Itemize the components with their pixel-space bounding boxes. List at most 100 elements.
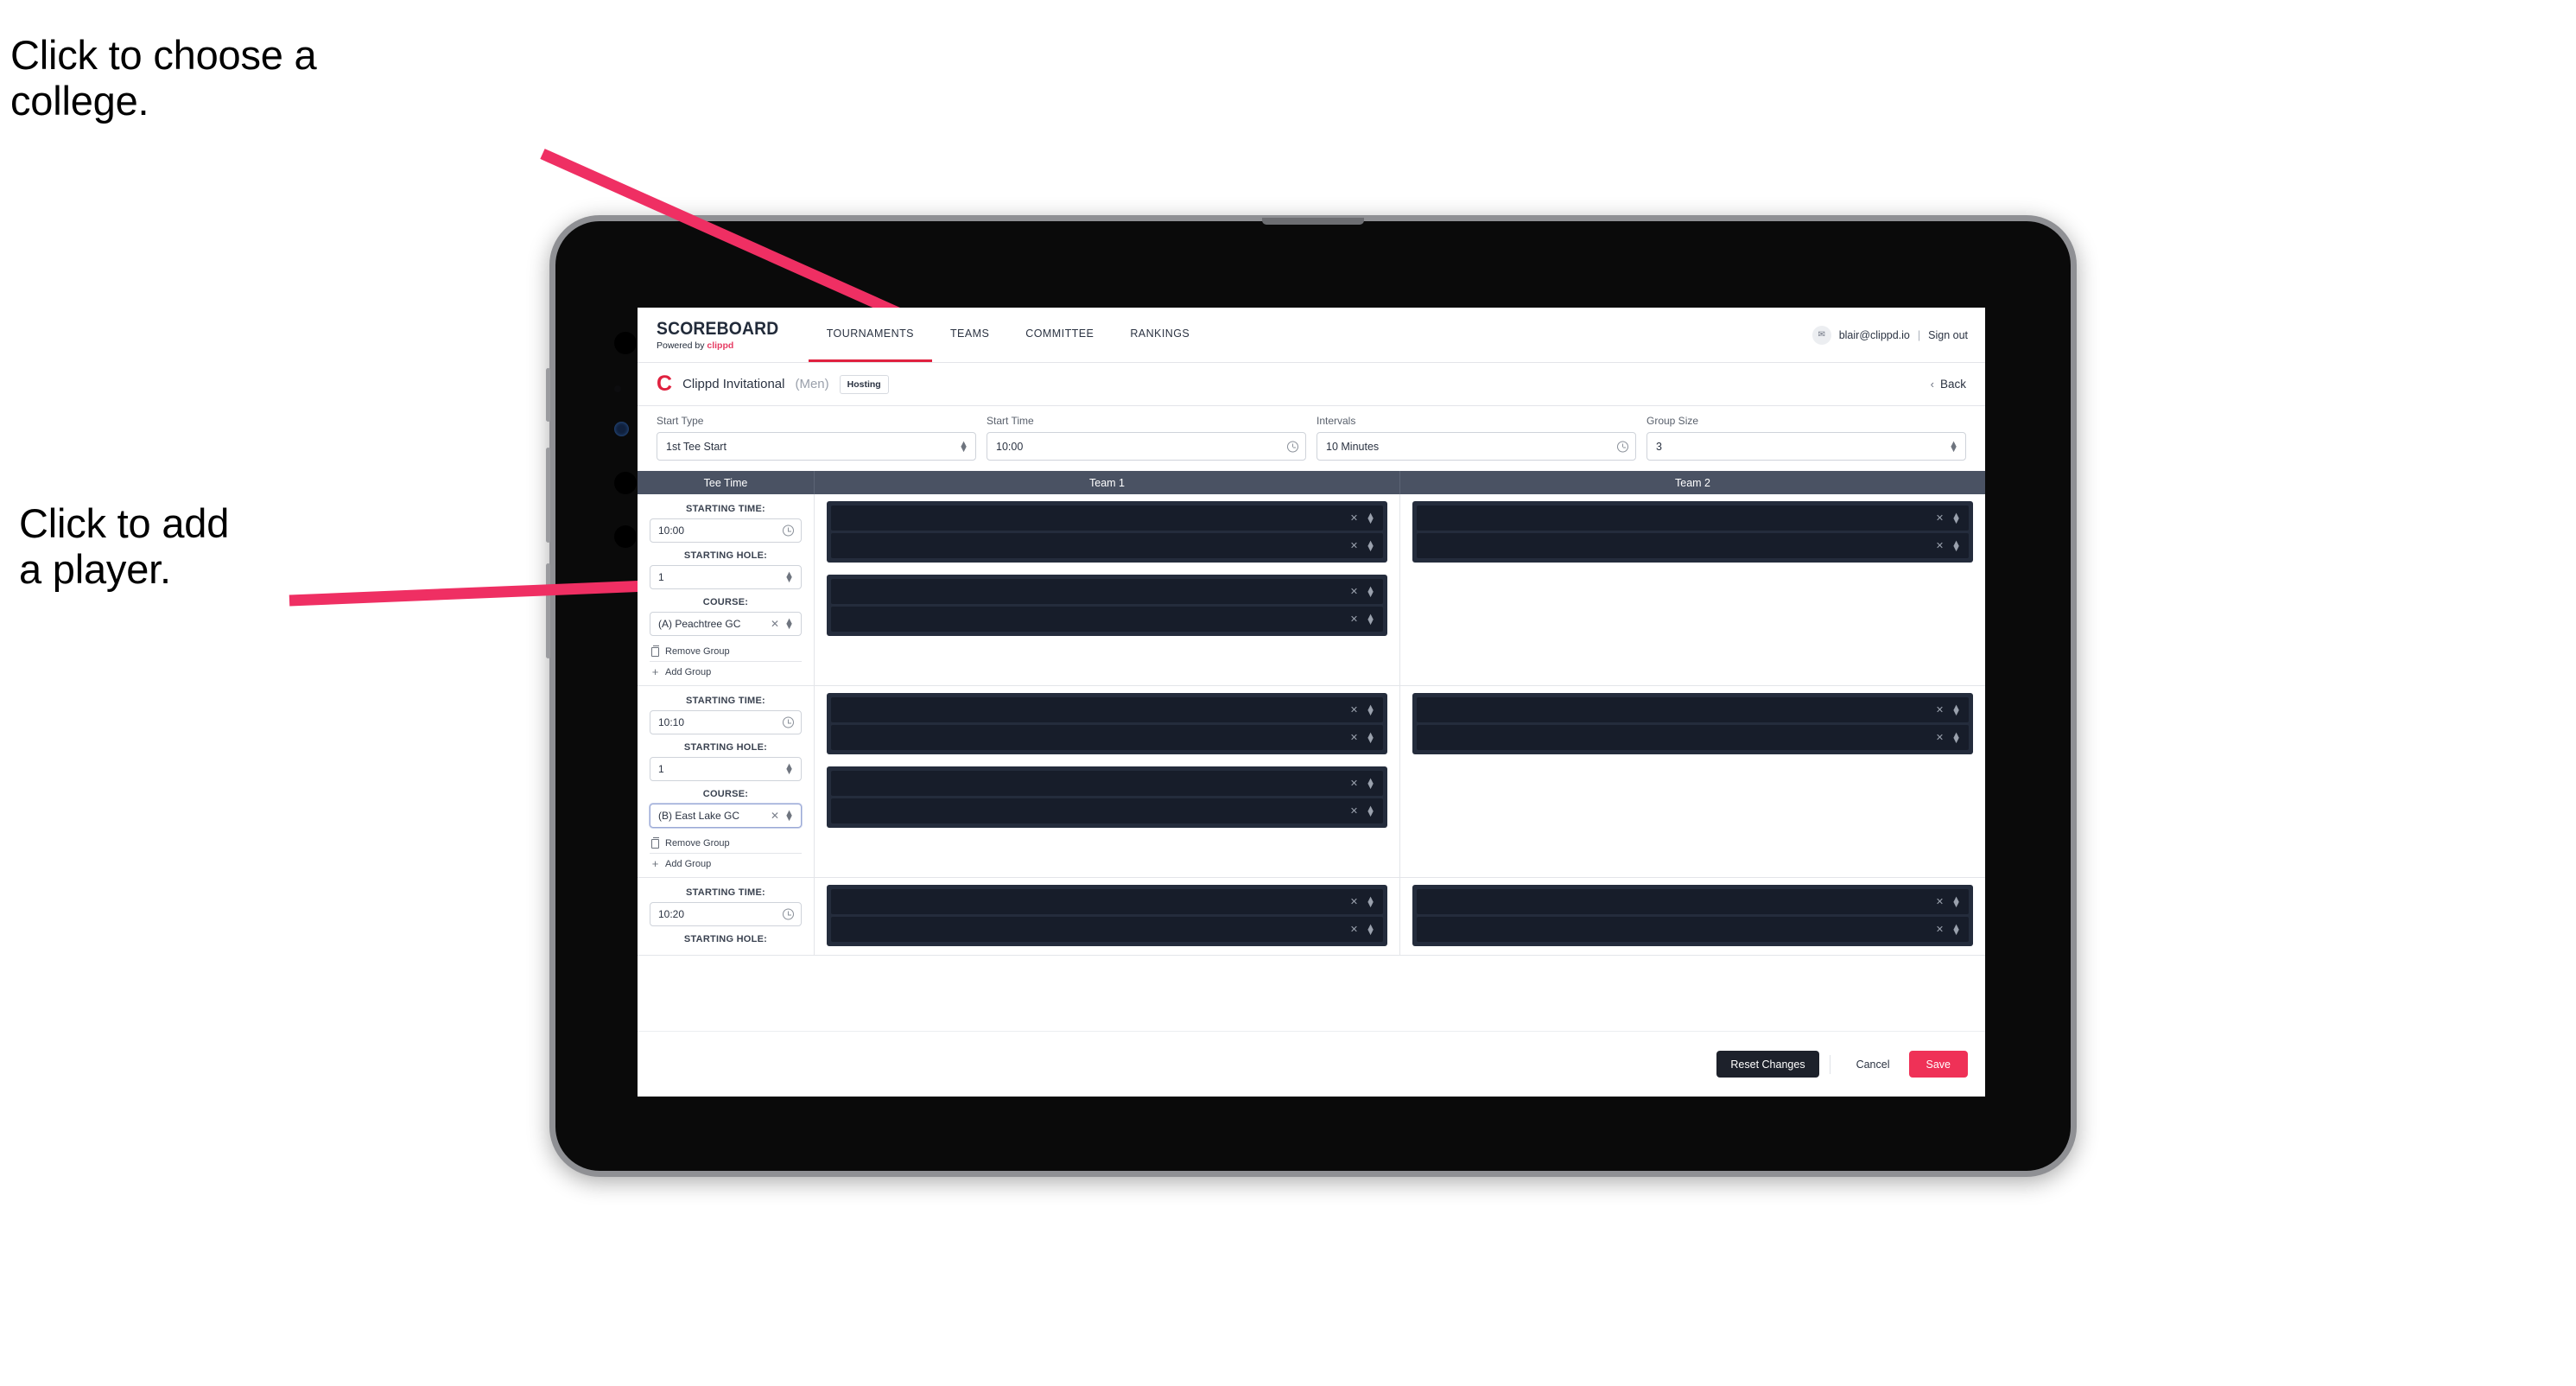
player-slot-row[interactable]: ✕ ▲ ▼	[831, 579, 1383, 604]
label-starting-hole: STARTING HOLE:	[683, 550, 768, 561]
label-starting-hole: STARTING HOLE:	[683, 742, 768, 753]
nav-tab-teams[interactable]: TEAMS	[932, 308, 1007, 362]
clock-icon[interactable]	[783, 716, 794, 728]
chevron-updown-icon[interactable]: ▲ ▼	[1366, 922, 1375, 937]
player-slot-row[interactable]: ✕ ▲ ▼	[831, 697, 1383, 722]
brand-subtitle: Powered by clippd	[657, 340, 790, 351]
sign-out-link[interactable]: Sign out	[1928, 329, 1968, 341]
course-select[interactable]: (A) Peachtree GC ✕ ▲ ▼	[650, 612, 802, 636]
remove-player-icon[interactable]: ✕	[1350, 540, 1358, 551]
chevron-updown-icon[interactable]: ▲ ▼	[1366, 804, 1375, 818]
remove-player-icon[interactable]: ✕	[1936, 924, 1944, 935]
remove-player-icon[interactable]: ✕	[1936, 704, 1944, 715]
remove-group-link[interactable]: Remove Group	[650, 642, 802, 662]
chevron-updown-icon[interactable]: ▲ ▼	[784, 809, 794, 823]
remove-player-icon[interactable]: ✕	[1350, 614, 1358, 625]
player-slot-row[interactable]: ✕ ▲ ▼	[831, 725, 1383, 750]
save-button[interactable]: Save	[1908, 1051, 1968, 1078]
chevron-updown-icon[interactable]: ▲ ▼	[1366, 538, 1375, 553]
player-slot-row[interactable]: ✕ ▲ ▼	[831, 917, 1383, 942]
remove-player-icon[interactable]: ✕	[1936, 540, 1944, 551]
chevron-updown-icon[interactable]: ▲ ▼	[784, 617, 794, 632]
clock-icon[interactable]	[783, 525, 794, 537]
remove-player-icon[interactable]: ✕	[1350, 778, 1358, 789]
chevron-updown-icon[interactable]: ▲ ▼	[1951, 703, 1961, 717]
chevron-updown-icon[interactable]: ▲ ▼	[1951, 922, 1961, 937]
remove-player-icon[interactable]: ✕	[1936, 512, 1944, 524]
player-slot-row[interactable]: ✕ ▲ ▼	[831, 505, 1383, 531]
cancel-button[interactable]: Cancel	[1841, 1051, 1906, 1078]
starting-time-input[interactable]: 10:10	[650, 710, 802, 734]
player-slot-row[interactable]: ✕ ▲ ▼	[1417, 505, 1969, 531]
chevron-updown-icon[interactable]: ▲ ▼	[1951, 894, 1961, 909]
column-header-team-2: Team 2	[1675, 476, 1710, 489]
chevron-updown-icon[interactable]: ▲ ▼	[784, 570, 794, 585]
course-select[interactable]: (B) East Lake GC ✕ ▲ ▼	[650, 804, 802, 828]
field-group-size-label: Group Size	[1646, 415, 1699, 427]
remove-group-link[interactable]: Remove Group	[650, 834, 802, 854]
clock-icon[interactable]	[783, 908, 794, 920]
player-slot-row[interactable]: ✕ ▲ ▼	[1417, 889, 1969, 914]
chevron-updown-icon[interactable]: ▲ ▼	[1366, 584, 1375, 599]
chevron-updown-icon[interactable]: ▲ ▼	[1366, 703, 1375, 717]
remove-player-icon[interactable]: ✕	[1350, 924, 1358, 935]
nav-tab-rankings[interactable]: RANKINGS	[1112, 308, 1208, 362]
chevron-updown-icon[interactable]: ▲ ▼	[1951, 730, 1961, 745]
add-group-link[interactable]: + Add Group	[650, 854, 802, 874]
back-link[interactable]: ‹ Back	[1931, 378, 1966, 391]
chevron-updown-icon[interactable]: ▲ ▼	[1366, 612, 1375, 626]
nav-tab-committee[interactable]: COMMITTEE	[1007, 308, 1112, 362]
player-slot-row[interactable]: ✕ ▲ ▼	[1417, 697, 1969, 722]
chevron-updown-icon[interactable]: ▲ ▼	[1366, 730, 1375, 745]
remove-player-icon[interactable]: ✕	[1936, 896, 1944, 907]
status-badge-hosting: Hosting	[839, 374, 889, 394]
nav-tab-tournaments[interactable]: TOURNAMENTS	[808, 308, 932, 362]
label-course: COURSE:	[702, 597, 749, 607]
remove-player-icon[interactable]: ✕	[1350, 586, 1358, 597]
player-slot-row[interactable]: ✕ ▲ ▼	[831, 889, 1383, 914]
player-slot-row[interactable]: ✕ ▲ ▼	[1417, 917, 1969, 942]
player-slot-row[interactable]: ✕ ▲ ▼	[831, 533, 1383, 558]
starting-hole-input[interactable]: 1 ▲ ▼	[650, 757, 802, 781]
remove-player-icon[interactable]: ✕	[1350, 704, 1358, 715]
clock-icon[interactable]	[1287, 441, 1298, 452]
field-intervals-label: Intervals	[1317, 415, 1356, 427]
remove-player-icon[interactable]: ✕	[1350, 896, 1358, 907]
chevron-updown-icon[interactable]: ▲ ▼	[1949, 439, 1958, 454]
tablet-sensor-4	[614, 525, 637, 548]
group-size-select[interactable]: 3 ▲ ▼	[1646, 432, 1966, 461]
player-group-card: ✕ ▲ ▼ ✕ ▲ ▼	[827, 575, 1387, 636]
chevron-updown-icon[interactable]: ▲ ▼	[1366, 776, 1375, 791]
brand-powered-prefix: Powered by	[657, 340, 707, 351]
clock-icon[interactable]	[1617, 441, 1628, 452]
chevron-updown-icon[interactable]: ▲ ▼	[1366, 511, 1375, 525]
player-slot-row[interactable]: ✕ ▲ ▼	[831, 771, 1383, 796]
chevron-updown-icon[interactable]: ▲ ▼	[1951, 538, 1961, 553]
starting-time-input[interactable]: 10:00	[650, 518, 802, 543]
account-area: ✉ blair@clippd.io | Sign out	[1811, 308, 1985, 362]
remove-player-icon[interactable]: ✕	[1936, 732, 1944, 743]
chevron-updown-icon[interactable]: ▲ ▼	[959, 439, 968, 454]
remove-player-icon[interactable]: ✕	[1350, 805, 1358, 817]
player-slot-row[interactable]: ✕ ▲ ▼	[1417, 725, 1969, 750]
player-slot-row[interactable]: ✕ ▲ ▼	[831, 798, 1383, 823]
tee-time-cell: STARTING TIME: 10:00 STARTING HOLE: 1 ▲ ▼ COUR…	[638, 494, 815, 685]
add-group-link[interactable]: + Add Group	[650, 662, 802, 682]
chevron-updown-icon[interactable]: ▲ ▼	[1951, 511, 1961, 525]
start-type-select[interactable]: 1st Tee Start ▲ ▼	[657, 432, 976, 461]
clear-course-icon[interactable]: ✕	[771, 810, 779, 822]
player-slot-row[interactable]: ✕ ▲ ▼	[1417, 533, 1969, 558]
remove-player-icon[interactable]: ✕	[1350, 732, 1358, 743]
chevron-updown-icon[interactable]: ▲ ▼	[784, 762, 794, 777]
clear-course-icon[interactable]: ✕	[771, 618, 779, 630]
intervals-input[interactable]: 10 Minutes	[1317, 432, 1636, 461]
reset-changes-button[interactable]: Reset Changes	[1716, 1051, 1819, 1078]
label-starting-time: STARTING TIME:	[686, 887, 765, 898]
avatar-icon[interactable]: ✉	[1811, 325, 1831, 345]
chevron-updown-icon[interactable]: ▲ ▼	[1366, 894, 1375, 909]
player-slot-row[interactable]: ✕ ▲ ▼	[831, 607, 1383, 632]
remove-player-icon[interactable]: ✕	[1350, 512, 1358, 524]
start-time-input[interactable]: 10:00	[987, 432, 1306, 461]
starting-hole-input[interactable]: 1 ▲ ▼	[650, 565, 802, 589]
starting-time-input[interactable]: 10:20	[650, 902, 802, 926]
